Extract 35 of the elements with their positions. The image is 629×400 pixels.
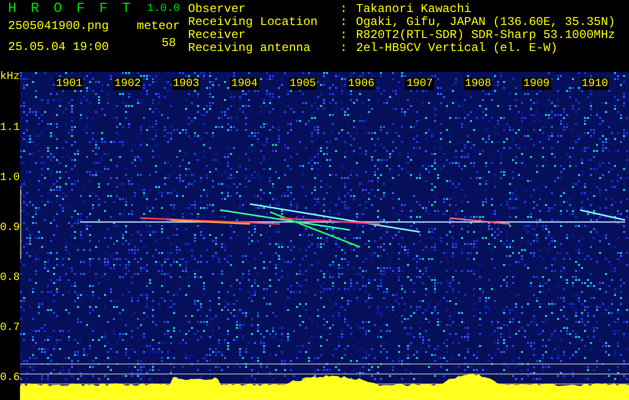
info-value: 2el-HB9CV Vertical (el. E-W) [356, 42, 558, 55]
x-axis-label: 1910 [580, 78, 610, 90]
x-axis-label: 1907 [405, 78, 434, 90]
meteor-count: 58 [162, 37, 176, 50]
info-label: Observer [188, 3, 247, 16]
x-axis-label: 1902 [113, 78, 142, 90]
x-axis-label: 1909 [522, 78, 551, 90]
date-time: 25.05.04 19:00 [8, 41, 109, 54]
x-axis-label: 1908 [464, 78, 492, 90]
info-value: R820T2(RTL-SDR) SDR-Sharp 53.1000MHz [356, 29, 616, 42]
info-label: Receiving Location [188, 16, 319, 29]
separator: : [340, 42, 348, 55]
info-label: Receiver [188, 29, 247, 42]
x-axis-label: 1904 [230, 78, 259, 90]
x-axis-label: 1901 [55, 78, 84, 90]
meteor-label: meteor [136, 20, 180, 33]
x-axis-label: 1906 [347, 78, 376, 90]
info-value: Takanori Kawachi [356, 3, 472, 16]
y-axis-label: 0.8 [0, 272, 20, 284]
separator: : [340, 16, 348, 29]
info-value: Ogaki, Gifu, JAPAN (136.60E, 35.35N) [356, 16, 616, 29]
x-axis-label: 1905 [288, 78, 318, 90]
version-label: 1.0.0 [146, 3, 180, 16]
separator: : [340, 3, 348, 16]
separator: : [340, 29, 348, 42]
file-name: 2505041900.png [8, 20, 109, 33]
y-axis-label: 1.1 [0, 122, 20, 134]
y-axis-label: 0.9 [0, 222, 20, 234]
y-axis-label: 0.7 [0, 322, 20, 334]
axis-unit: kHz [0, 71, 20, 84]
app-title: H R O F F T [8, 3, 132, 16]
x-axis-label: 1903 [172, 78, 200, 90]
info-label: Receiving antenna [188, 42, 312, 55]
y-axis-label: 0.6 [0, 372, 20, 384]
y-axis-label: 1.0 [0, 172, 20, 184]
